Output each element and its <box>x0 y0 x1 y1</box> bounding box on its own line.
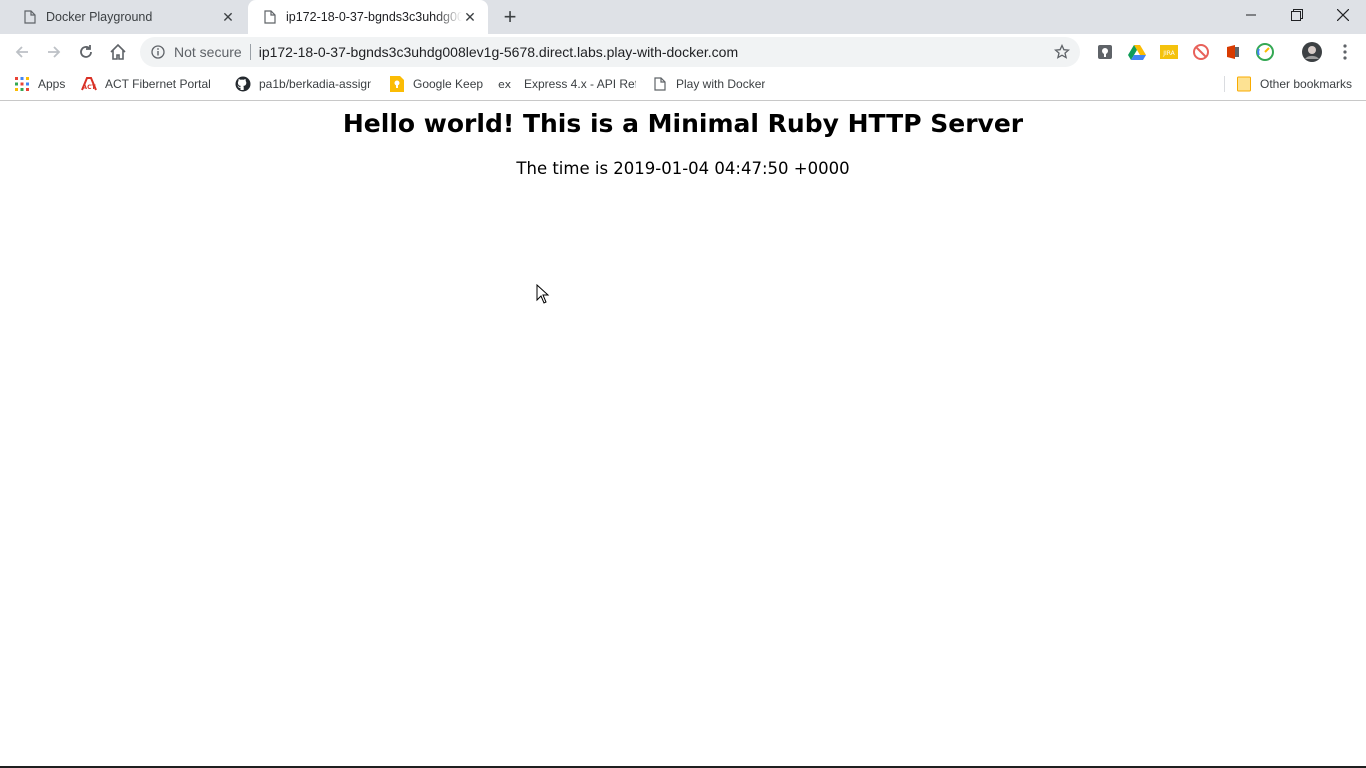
bookmark-play-with-docker[interactable]: Play with Docker <box>652 70 765 98</box>
security-label[interactable]: Not secure <box>174 44 242 60</box>
svg-text:JIRA: JIRA <box>1162 50 1175 57</box>
bookmark-label: pa1b/berkadia-assign <box>259 77 371 91</box>
office-extension-icon[interactable] <box>1224 43 1242 61</box>
forward-button[interactable] <box>40 38 68 66</box>
browser-chrome: Docker Playground ✕ ip172-18-0-37-bgnds3… <box>0 0 1366 101</box>
reload-icon <box>80 45 92 58</box>
bookmark-express-api[interactable]: ex Express 4.x - API Refe <box>498 70 636 98</box>
apps-grid-icon <box>14 76 30 92</box>
bookmark-act-fibernet[interactable]: ACT ACT Fibernet Portal | <box>81 70 215 98</box>
page-content: Hello world! This is a Minimal Ruby HTTP… <box>0 101 1366 766</box>
express-icon: ex <box>498 76 516 92</box>
github-icon <box>235 76 251 92</box>
tab-title: ip172-18-0-37-bgnds3c3uhdg008lev1g-5678.… <box>286 10 462 24</box>
bookmark-apps[interactable]: Apps <box>14 70 65 98</box>
other-bookmarks[interactable]: Other bookmarks <box>1236 70 1352 98</box>
bookmark-star-icon[interactable] <box>1052 42 1072 62</box>
tab-active-page[interactable]: ip172-18-0-37-bgnds3c3uhdg008lev1g-5678.… <box>248 0 488 34</box>
page-icon <box>22 9 38 25</box>
tab-strip: Docker Playground ✕ ip172-18-0-37-bgnds3… <box>0 0 1366 34</box>
bookmark-label: Express 4.x - API Refe <box>524 77 636 91</box>
bookmark-label: Apps <box>38 77 66 91</box>
home-button[interactable] <box>104 38 132 66</box>
speedometer-extension-icon[interactable] <box>1256 43 1274 61</box>
bookmark-label: Google Keep <box>413 77 484 91</box>
bookmark-label: Play with Docker <box>676 77 766 91</box>
bookmark-google-keep[interactable]: Google Keep <box>389 70 483 98</box>
adblock-extension-icon[interactable] <box>1192 43 1210 61</box>
tab-docker-playground[interactable]: Docker Playground ✕ <box>8 0 246 34</box>
minimize-button[interactable] <box>1228 0 1274 30</box>
url-text[interactable]: ip172-18-0-37-bgnds3c3uhdg008lev1g-5678.… <box>259 44 1052 60</box>
bookmark-label: ACT Fibernet Portal | <box>105 77 215 91</box>
act-logo-icon: ACT <box>81 76 97 92</box>
keeper-extension-icon[interactable] <box>1096 43 1114 61</box>
time-text: The time is 2019-01-04 04:47:50 +0000 <box>516 159 850 178</box>
restore-icon <box>1291 9 1303 21</box>
keep-icon <box>389 76 405 92</box>
minimize-icon <box>1246 14 1256 16</box>
svg-text:ex: ex <box>498 78 512 90</box>
menu-dots-icon[interactable] <box>1336 43 1354 61</box>
restore-button[interactable] <box>1274 0 1320 30</box>
forward-arrow-icon <box>48 46 61 58</box>
home-icon <box>110 43 126 60</box>
page-icon <box>652 76 668 92</box>
bookmarks-bar: Apps ACT ACT Fibernet Portal | pa1b/berk… <box>0 70 1366 101</box>
back-arrow-icon <box>15 46 28 58</box>
back-button[interactable] <box>8 38 36 66</box>
new-tab-button[interactable]: + <box>498 4 522 29</box>
profile-avatar[interactable] <box>1302 42 1322 62</box>
other-bookmarks-label: Other bookmarks <box>1260 77 1353 91</box>
bookmarks-divider <box>1224 76 1225 92</box>
page-heading: Hello world! This is a Minimal Ruby HTTP… <box>342 109 1024 138</box>
page-icon <box>262 9 278 25</box>
omnibox-divider <box>249 44 251 60</box>
folder-icon <box>1236 76 1252 92</box>
toolbar: Not secure ip172-18-0-37-bgnds3c3uhdg008… <box>0 34 1366 70</box>
close-icon[interactable]: ✕ <box>462 9 478 25</box>
google-drive-icon[interactable] <box>1128 43 1146 61</box>
close-window-button[interactable] <box>1320 0 1366 30</box>
tab-title: Docker Playground <box>46 10 153 24</box>
close-icon[interactable]: ✕ <box>220 9 236 25</box>
svg-text:ACT: ACT <box>82 84 96 91</box>
close-icon <box>1337 9 1349 21</box>
reload-button[interactable] <box>72 38 100 66</box>
bookmark-github[interactable]: pa1b/berkadia-assign <box>235 70 371 98</box>
mouse-cursor-icon <box>536 283 550 309</box>
info-icon[interactable] <box>150 44 166 60</box>
omnibox[interactable]: Not secure ip172-18-0-37-bgnds3c3uhdg008… <box>140 37 1080 67</box>
jira-extension-icon[interactable]: JIRA <box>1160 43 1178 61</box>
